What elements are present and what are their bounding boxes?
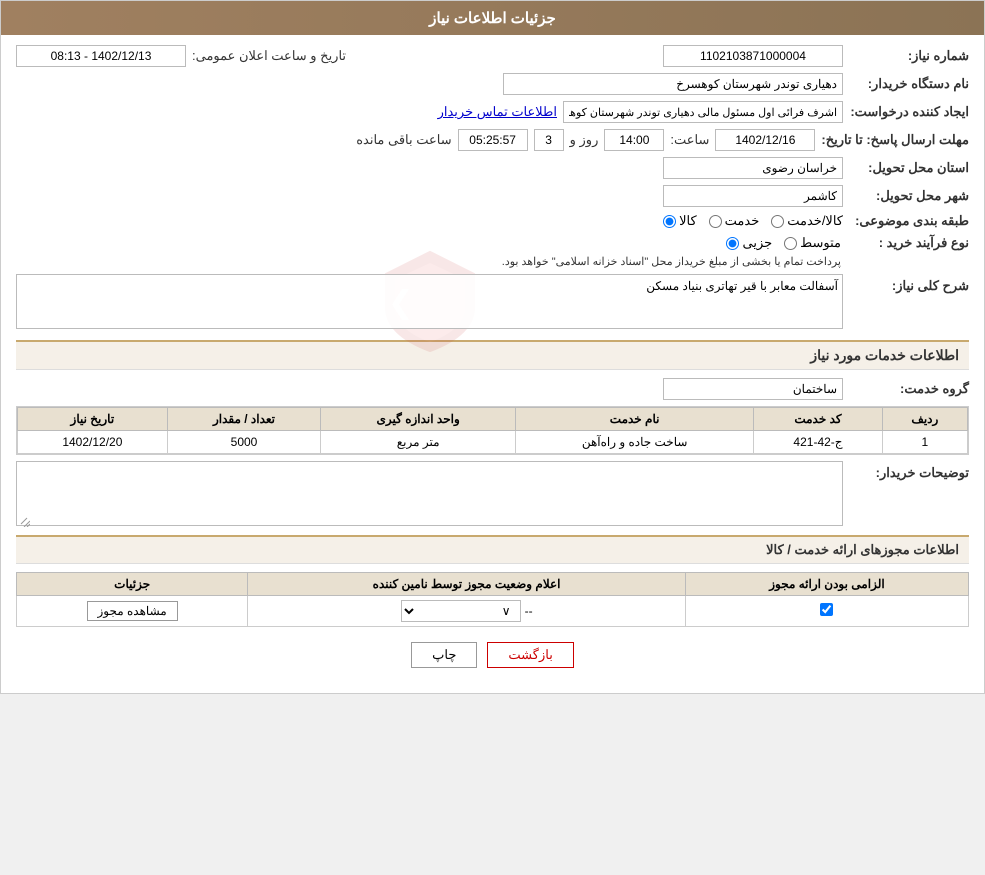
need-description-label: شرح کلی نیاز: <box>849 274 969 294</box>
category-radio-khedmat[interactable] <box>709 215 722 228</box>
license-table-container: الزامی بودن ارائه مجوز اعلام وضعیت مجوز … <box>16 572 969 627</box>
cell-quantity: 5000 <box>167 431 321 454</box>
cell-service-code: ج-42-421 <box>754 431 882 454</box>
col-row-num: ردیف <box>882 408 967 431</box>
license-table: الزامی بودن ارائه مجوز اعلام وضعیت مجوز … <box>16 572 969 627</box>
send-time-label: ساعت: <box>670 132 709 148</box>
announcement-datetime-input[interactable] <box>16 45 186 67</box>
category-option-kala-khedmat[interactable]: کالا/خدمت <box>771 213 843 229</box>
contact-info-link[interactable]: اطلاعات تماس خریدار <box>438 104 557 120</box>
col-need-date: تاریخ نیاز <box>18 408 168 431</box>
category-radio-group: کالا/خدمت خدمت کالا <box>663 213 843 229</box>
back-button[interactable]: بازگشت <box>487 642 573 668</box>
col-unit: واحد اندازه گیری <box>321 408 516 431</box>
send-date-input[interactable] <box>715 129 815 151</box>
delivery-province-input[interactable] <box>663 157 843 179</box>
need-description-textarea[interactable] <box>16 274 843 329</box>
cell-unit: متر مربع <box>321 431 516 454</box>
delivery-city-input[interactable] <box>663 185 843 207</box>
buyer-org-label: نام دستگاه خریدار: <box>849 76 969 92</box>
process-type-radio-jozi[interactable] <box>726 237 739 250</box>
buyer-org-input[interactable] <box>503 73 843 95</box>
buyer-notes-label: توضیحات خریدار: <box>849 461 969 481</box>
send-days-label: روز و <box>570 132 599 148</box>
resize-handle <box>18 515 30 527</box>
process-type-note: پرداخت تمام یا بخشی از مبلغ خریداز محل "… <box>502 255 841 268</box>
need-number-input[interactable] <box>663 45 843 67</box>
table-row: 1 ج-42-421 ساخت جاده و راه‌آهن متر مربع … <box>18 431 968 454</box>
licenses-section-title: اطلاعات مجوزهای ارائه خدمت / کالا <box>16 535 969 564</box>
cell-service-name: ساخت جاده و راه‌آهن <box>516 431 754 454</box>
category-option-kala[interactable]: کالا <box>663 213 697 229</box>
col-service-name: نام خدمت <box>516 408 754 431</box>
delivery-province-label: استان محل تحویل: <box>849 160 969 176</box>
cell-license-status: -- ∨ <box>248 596 686 627</box>
service-group-input[interactable] <box>663 378 843 400</box>
category-radio-kala[interactable] <box>663 215 676 228</box>
process-type-radio-motavaset[interactable] <box>784 237 797 250</box>
category-label-khedmat: خدمت <box>725 213 760 229</box>
mandatory-checkbox[interactable] <box>820 603 833 616</box>
license-status-value: -- <box>525 604 533 618</box>
send-days-input[interactable] <box>534 129 564 151</box>
buyer-notes-textarea[interactable] <box>16 461 843 526</box>
license-row: -- ∨ مشاهده مجوز <box>17 596 969 627</box>
cell-need-date: 1402/12/20 <box>18 431 168 454</box>
col-quantity: تعداد / مقدار <box>167 408 321 431</box>
announcement-datetime-label: تاریخ و ساعت اعلان عمومی: <box>192 48 346 64</box>
license-status-select[interactable]: ∨ <box>401 600 521 622</box>
send-remaining-input[interactable] <box>458 129 528 151</box>
process-type-radio-group: متوسط جزیی <box>502 235 841 251</box>
col-service-code: کد خدمت <box>754 408 882 431</box>
cell-row-num: 1 <box>882 431 967 454</box>
services-section-title: اطلاعات خدمات مورد نیاز <box>16 340 969 370</box>
process-type-option-jozi[interactable]: جزیی <box>726 235 772 251</box>
page-title: جزئیات اطلاعات نیاز <box>429 10 556 27</box>
category-label-kala-khedmat: کالا/خدمت <box>787 213 843 229</box>
creator-input[interactable] <box>563 101 843 123</box>
category-radio-kala-khedmat[interactable] <box>771 215 784 228</box>
process-type-label: نوع فرآیند خرید : <box>849 235 969 251</box>
creator-label: ایجاد کننده درخواست: <box>849 104 969 120</box>
services-table-container: ردیف کد خدمت نام خدمت واحد اندازه گیری ت… <box>16 406 969 455</box>
category-option-khedmat[interactable]: خدمت <box>709 213 760 229</box>
col-license-status: اعلام وضعیت مجوز توسط نامین کننده <box>248 573 686 596</box>
category-label: طبقه بندی موضوعی: <box>849 213 969 229</box>
process-type-label-jozi: جزیی <box>742 235 772 251</box>
send-remaining-label: ساعت باقی مانده <box>356 132 451 148</box>
category-label-kala: کالا <box>679 213 697 229</box>
process-type-label-motavaset: متوسط <box>800 235 841 251</box>
col-mandatory: الزامی بودن ارائه مجوز <box>685 573 968 596</box>
delivery-city-label: شهر محل تحویل: <box>849 188 969 204</box>
send-deadline-label: مهلت ارسال پاسخ: تا تاریخ: <box>821 132 969 148</box>
page-header: جزئیات اطلاعات نیاز <box>1 1 984 35</box>
service-group-label: گروه خدمت: <box>849 381 969 397</box>
cell-license-details: مشاهده مجوز <box>17 596 248 627</box>
services-table: ردیف کد خدمت نام خدمت واحد اندازه گیری ت… <box>17 407 968 454</box>
col-license-details: جزئیات <box>17 573 248 596</box>
bottom-buttons: بازگشت چاپ <box>16 642 969 668</box>
need-number-label: شماره نیاز: <box>849 48 969 64</box>
send-time-input[interactable] <box>604 129 664 151</box>
process-type-option-motavaset[interactable]: متوسط <box>784 235 841 251</box>
cell-mandatory <box>685 596 968 627</box>
view-license-button[interactable]: مشاهده مجوز <box>87 601 178 621</box>
print-button[interactable]: چاپ <box>411 642 477 668</box>
